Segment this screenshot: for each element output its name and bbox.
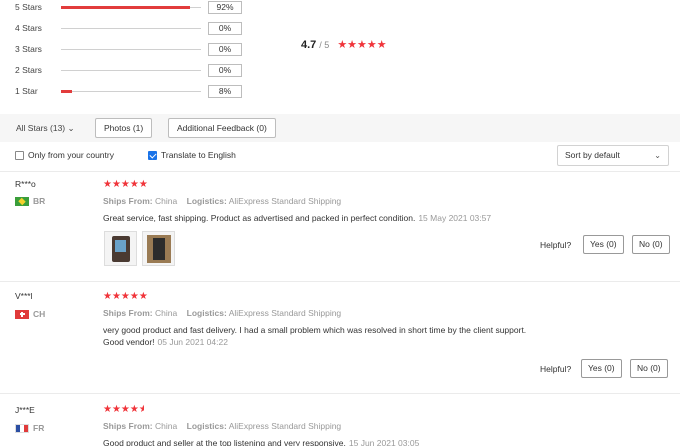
helpful-no-button[interactable]: No (0) (632, 235, 670, 254)
distribution-percent: 0% (208, 43, 242, 56)
country-code: CH (33, 309, 46, 319)
translate-checkbox[interactable]: Translate to English (148, 150, 236, 160)
review-date: 05 Jun 2021 04:22 (157, 337, 228, 347)
distribution-label: 3 Stars (15, 44, 42, 54)
review-text-line: Good vendor! (103, 337, 155, 347)
half-star-icon: ★ (138, 404, 144, 415)
photo-content (153, 238, 165, 260)
country-code: FR (33, 423, 45, 433)
logistics-label: Logistics: (186, 196, 227, 206)
review-text: Good product and seller at the top liste… (103, 437, 603, 446)
france-flag-icon (15, 423, 29, 433)
sort-select[interactable]: Sort by default ⌄ (557, 145, 669, 166)
distribution-bar (61, 27, 201, 29)
helpful-yes-button[interactable]: Yes (0) (581, 359, 622, 378)
logistics-value: AliExpress Standard Shipping (228, 421, 342, 431)
translate-label: Translate to English (161, 150, 236, 160)
distribution-label: 1 Star (15, 86, 38, 96)
helpful-no-button[interactable]: No (0) (630, 359, 668, 378)
distribution-bar (61, 5, 201, 9)
distribution-label: 4 Stars (15, 23, 42, 33)
shipping-info: Ships From: China Logistics: AliExpress … (103, 308, 341, 318)
reviewer-name: V***l (15, 291, 33, 301)
shipping-info: Ships From: China Logistics: AliExpress … (103, 196, 341, 206)
all-stars-label: All Stars (13) (16, 123, 66, 133)
checkbox-icon (15, 150, 24, 160)
reviewer-country: CH (15, 309, 45, 319)
photos-filter-button[interactable]: Photos (1) (95, 118, 153, 138)
reviewer-country: FR (15, 423, 44, 433)
ships-from-label: Ships From: (103, 196, 153, 206)
only-country-checkbox[interactable]: Only from your country (15, 150, 114, 160)
checkbox-checked-icon (148, 150, 157, 160)
logistics-label: Logistics: (186, 421, 227, 431)
review-text: Great service, fast shipping. Product as… (103, 212, 603, 224)
helpful-yes-button[interactable]: Yes (0) (583, 235, 624, 254)
review-photo-thumbnail[interactable] (104, 231, 137, 266)
reviewer-name: R***o (15, 179, 36, 189)
helpful-label: Helpful? (540, 364, 572, 374)
photo-content (115, 240, 126, 252)
additional-feedback-button[interactable]: Additional Feedback (0) (168, 118, 276, 138)
summary-stars-icon: ★★★★★ (337, 39, 387, 51)
review-item: J***E FR ★★★★★ Ships From: China Logisti… (0, 393, 680, 446)
distribution-row-5[interactable]: 5 Stars (15, 0, 201, 14)
average-score: 4.7 (301, 38, 317, 51)
distribution-bar (61, 48, 201, 50)
ships-from-value: China (154, 308, 178, 318)
review-date: 15 May 2021 03:57 (418, 213, 492, 223)
distribution-row-1[interactable]: 1 Star (15, 84, 201, 98)
score-out-of: / 5 (319, 39, 330, 50)
rating-summary: 4.7 / 5 ★★★★★ (301, 38, 387, 52)
review-stars-icon: ★★★★★ (103, 291, 148, 302)
distribution-label: 5 Stars (15, 2, 42, 12)
reviewer-country: BR (15, 196, 45, 206)
logistics-label: Logistics: (186, 308, 227, 318)
distribution-percent: 0% (208, 64, 242, 77)
chevron-down-icon: ⌄ (654, 151, 661, 160)
distribution-bar (61, 89, 201, 93)
distribution-row-4[interactable]: 4 Stars (15, 21, 201, 35)
distribution-row-3[interactable]: 3 Stars (15, 42, 201, 56)
distribution-bar-fill (61, 5, 190, 9)
helpful-label: Helpful? (540, 240, 572, 250)
all-stars-dropdown[interactable]: All Stars (13) ⌄ (16, 123, 75, 134)
distribution-row-2[interactable]: 2 Stars (15, 63, 201, 77)
distribution-bar (61, 69, 201, 71)
review-text-line: Good product and seller at the top liste… (103, 438, 346, 446)
chevron-down-icon: ⌄ (67, 123, 75, 133)
filter-bar: All Stars (13) ⌄ Photos (1) Additional F… (0, 114, 680, 142)
review-text-line: very good product and fast delivery. I h… (103, 325, 527, 335)
distribution-bar-fill (61, 89, 73, 93)
logistics-value: AliExpress Standard Shipping (228, 308, 342, 318)
review-item: V***l CH ★★★★★ Ships From: China Logisti… (0, 281, 680, 393)
sort-label: Sort by default (565, 150, 620, 160)
only-country-label: Only from your country (28, 150, 114, 160)
reviewer-name: J***E (15, 405, 35, 415)
ships-from-label: Ships From: (103, 308, 153, 318)
logistics-value: AliExpress Standard Shipping (228, 196, 342, 206)
review-date: 15 Jun 2021 03:05 (348, 438, 420, 446)
review-text: very good product and fast delivery. I h… (103, 324, 603, 348)
review-text-line: Great service, fast shipping. Product as… (103, 213, 416, 223)
country-code: BR (33, 196, 46, 206)
ships-from-label: Ships From: (103, 421, 153, 431)
shipping-info: Ships From: China Logistics: AliExpress … (103, 421, 341, 431)
distribution-percent: 92% (208, 1, 242, 14)
review-stars-icon: ★★★★★ (103, 404, 144, 415)
review-item: R***o BR ★★★★★ Ships From: China Logisti… (0, 171, 680, 281)
distribution-percent: 0% (208, 22, 242, 35)
distribution-percent: 8% (208, 85, 242, 98)
ships-from-value: China (154, 196, 178, 206)
ships-from-value: China (154, 421, 178, 431)
switzerland-flag-icon (15, 309, 29, 319)
review-stars-icon: ★★★★★ (103, 179, 148, 190)
review-photo-thumbnail[interactable] (142, 231, 175, 266)
distribution-label: 2 Stars (15, 65, 42, 75)
brazil-flag-icon (15, 196, 29, 206)
